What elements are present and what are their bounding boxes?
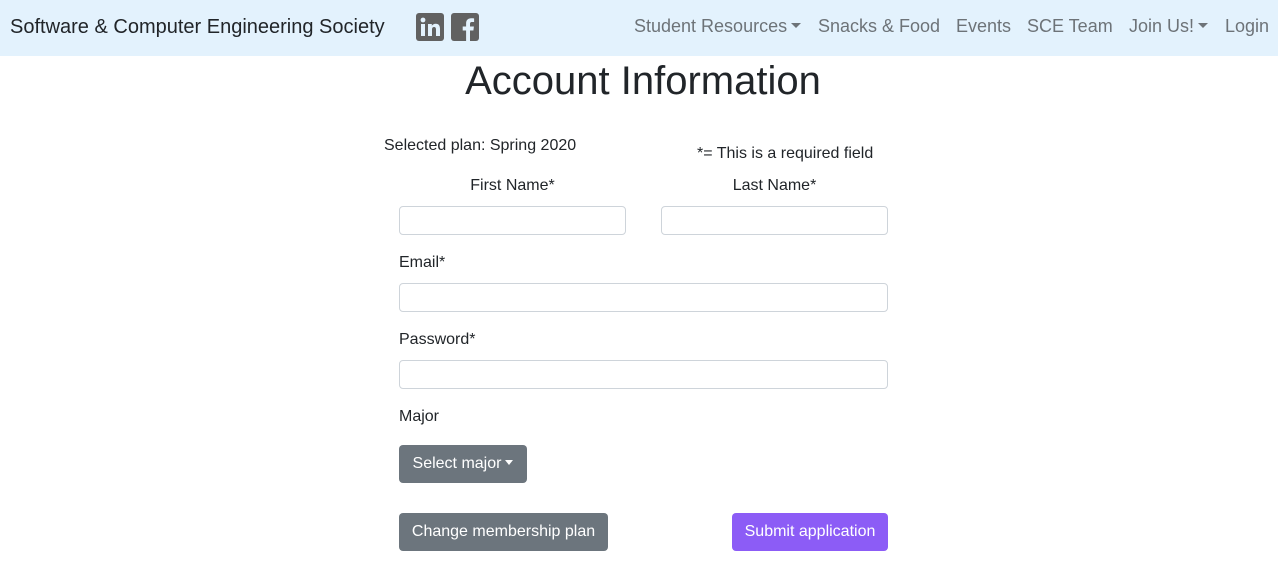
brand-link[interactable]: Software & Computer Engineering Society [10,15,385,39]
last-name-input[interactable] [661,206,888,235]
submit-application-button[interactable]: Submit application [732,513,888,551]
email-label: Email* [399,254,446,271]
first-name-label: First Name* [470,177,555,194]
major-label: Major [399,408,440,425]
last-name-label: Last Name* [732,177,817,194]
chevron-down-icon [1198,23,1209,28]
nav-events[interactable]: Events [956,15,1011,37]
nav-student-resources[interactable]: Student Resources [634,15,802,37]
change-membership-plan-button[interactable]: Change membership plan [399,513,608,551]
nav-join-us-label: Join Us! [1129,16,1195,36]
nav-sce-team[interactable]: SCE Team [1027,15,1113,37]
nav-student-resources-label: Student Resources [634,16,788,36]
required-field-note: *= This is a required field [697,145,874,162]
nav-join-us[interactable]: Join Us! [1129,15,1209,37]
password-label: Password* [399,331,476,348]
first-name-input[interactable] [399,206,626,235]
select-major-label: Select major [412,455,502,472]
select-major-dropdown[interactable]: Select major [399,445,527,483]
nav-snacks-food[interactable]: Snacks & Food [818,15,940,37]
facebook-icon[interactable] [451,13,479,41]
page-title: Account Information [465,59,821,103]
top-navbar: Software & Computer Engineering Society … [0,0,1278,56]
chevron-down-icon [791,23,802,28]
chevron-down-icon [505,460,514,465]
selected-plan-text: Selected plan: Spring 2020 [384,137,577,154]
nav-login[interactable]: Login [1225,15,1269,37]
password-input[interactable] [399,360,888,389]
email-input[interactable] [399,283,888,312]
linkedin-icon[interactable] [416,13,444,41]
